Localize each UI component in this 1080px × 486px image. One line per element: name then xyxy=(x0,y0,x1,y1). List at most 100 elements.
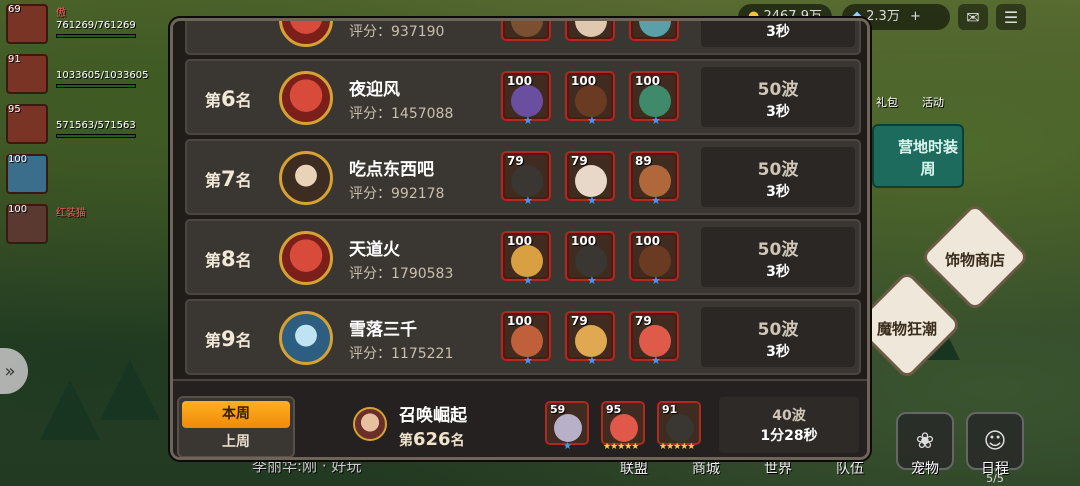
tree-decoration xyxy=(40,380,100,440)
star-icon: ★ xyxy=(523,114,533,127)
tab-last-week[interactable]: 上周 xyxy=(182,429,290,456)
star-icon: ★ xyxy=(587,114,597,127)
hero-portrait xyxy=(639,325,671,357)
hero-slot[interactable] xyxy=(629,21,679,41)
hero-slot[interactable]: 100 ★ xyxy=(501,231,551,287)
own-avatar xyxy=(353,407,387,441)
hero-slot[interactable]: 79 ★ xyxy=(629,311,679,367)
own-name: 召唤崛起 xyxy=(399,406,467,426)
own-hero-slot[interactable]: 91 ★★★★★ xyxy=(657,401,701,452)
player-avatar xyxy=(279,21,333,47)
hero-slot[interactable]: 89 ★ xyxy=(629,151,679,207)
leaderboard-row[interactable]: 评分：937190 3秒 xyxy=(185,21,861,55)
plus-icon[interactable]: + xyxy=(910,9,921,24)
member-hp: 1033605/1033605 xyxy=(56,70,149,81)
schedule-icon: ☺ xyxy=(983,428,1007,454)
hero-portrait xyxy=(575,245,607,277)
player-score: 评分：1457088 xyxy=(349,106,454,122)
side-team-member[interactable]: 100 红装猫 xyxy=(2,202,172,248)
stars-icon: ★★★★★ xyxy=(659,442,695,452)
wave-count: 50波 xyxy=(757,320,799,340)
rank-label: 第9名 xyxy=(205,327,252,351)
hero-portrait xyxy=(511,325,543,357)
nav-team[interactable]: 队伍 xyxy=(836,458,864,478)
hero-portrait xyxy=(575,325,607,357)
star-icon: ★ xyxy=(523,194,533,207)
nav-world[interactable]: 世界 xyxy=(764,458,792,478)
member-hp-bar xyxy=(56,34,136,38)
gift-pack-label[interactable]: 礼包 xyxy=(876,94,898,110)
side-team-member[interactable]: 95 571563/571563 xyxy=(2,102,172,148)
tab-this-week[interactable]: 本周 xyxy=(182,401,290,428)
member-hp-bar xyxy=(56,134,136,138)
star-icon: ★ xyxy=(587,354,597,367)
own-hero-slot[interactable]: 95 ★★★★★ xyxy=(601,401,645,452)
result-box: 50波 3秒 xyxy=(701,227,855,287)
nav-shop[interactable]: 商城 xyxy=(692,458,720,478)
hero-portrait xyxy=(666,414,694,442)
member-hp: 761269/761269 xyxy=(56,20,136,31)
result-box: 50波 3秒 xyxy=(701,307,855,367)
side-team-member[interactable]: 69 傲 761269/761269 xyxy=(2,2,172,48)
result-box: 50波 3秒 xyxy=(701,147,855,207)
hero-slot[interactable]: 79 ★ xyxy=(565,151,615,207)
menu-icon[interactable]: ☰ xyxy=(996,4,1026,30)
member-hp-bar xyxy=(56,84,136,88)
double-chevron-right-icon: » xyxy=(4,360,16,382)
week-tabs: 本周 上周 xyxy=(177,396,295,457)
own-hero-slot[interactable]: 59 ★ xyxy=(545,401,589,452)
hero-slot[interactable]: 100 ★ xyxy=(565,231,615,287)
nav-alliance[interactable]: 联盟 xyxy=(620,458,648,478)
hero-portrait xyxy=(575,85,607,117)
schedule-count: 5/5 xyxy=(986,472,1004,485)
hero-slot[interactable]: 100 ★ xyxy=(565,71,615,127)
clear-time: 3秒 xyxy=(766,24,790,40)
player-score: 评分：1175221 xyxy=(349,346,454,362)
hero-portrait xyxy=(511,165,543,197)
clear-time: 3秒 xyxy=(766,184,790,200)
result-box: 3秒 xyxy=(701,21,855,47)
hero-slot[interactable]: 100 ★ xyxy=(501,311,551,367)
star-icon: ★ xyxy=(587,274,597,287)
hero-slot[interactable] xyxy=(501,21,551,41)
member-hp: 571563/571563 xyxy=(56,120,136,131)
stars-icon: ★★★★★ xyxy=(603,442,639,452)
hero-portrait xyxy=(575,21,607,37)
own-rank: 第626名 xyxy=(399,429,465,450)
hero-slot[interactable] xyxy=(565,21,615,41)
hero-slot[interactable]: 79 ★ xyxy=(565,311,615,367)
hero-portrait xyxy=(610,414,638,442)
hero-slot[interactable]: 100 ★ xyxy=(501,71,551,127)
player-avatar xyxy=(279,231,333,285)
mail-icon[interactable]: ✉ xyxy=(958,4,988,30)
star-icon: ★ xyxy=(651,114,661,127)
side-team-member[interactable]: 91 1033605/1033605 xyxy=(2,52,172,98)
member-name: 傲 xyxy=(56,8,66,19)
hero-slot[interactable]: 100 ★ xyxy=(629,71,679,127)
activity-label[interactable]: 活动 xyxy=(922,94,944,110)
wave-count: 50波 xyxy=(757,160,799,180)
tree-decoration xyxy=(100,360,160,420)
player-name: 天道火 xyxy=(349,240,400,260)
pet-label: 宠物 xyxy=(911,461,939,477)
player-avatar xyxy=(279,151,333,205)
player-name: 雪落三千 xyxy=(349,320,417,340)
hero-portrait xyxy=(511,21,543,37)
member-name: 红装猫 xyxy=(56,208,86,219)
hero-portrait xyxy=(511,245,543,277)
leaderboard-row[interactable]: 第6名 夜迎风 评分：1457088 100 ★ 100 ★ 100 ★ 50波 3秒 xyxy=(185,59,861,135)
side-team-member[interactable]: 100 xyxy=(2,152,172,198)
star-icon: ★ xyxy=(563,441,572,452)
hero-slot[interactable]: 100 ★ xyxy=(629,231,679,287)
paw-icon: ❀ xyxy=(915,428,935,454)
player-score: 评分：937190 xyxy=(349,24,445,40)
leaderboard-row[interactable]: 第8名 天道火 评分：1790583 100 ★ 100 ★ 100 ★ 50波 3秒 xyxy=(185,219,861,295)
own-result-box: 40波 1分28秒 xyxy=(719,397,859,453)
leaderboard-row[interactable]: 第9名 雪落三千 评分：1175221 100 ★ 79 ★ 79 ★ 50波 3秒 xyxy=(185,299,861,375)
leaderboard-list[interactable]: 评分：937190 3秒 第6名 夜迎风 评分：1457088 100 ★ 100… xyxy=(185,21,861,383)
rank-label: 第8名 xyxy=(205,247,252,271)
rank-label: 第6名 xyxy=(205,87,252,111)
star-icon: ★ xyxy=(523,354,533,367)
leaderboard-row[interactable]: 第7名 吃点东西吧 评分：992178 79 ★ 79 ★ 89 ★ 50波 3秒 xyxy=(185,139,861,215)
hero-slot[interactable]: 79 ★ xyxy=(501,151,551,207)
